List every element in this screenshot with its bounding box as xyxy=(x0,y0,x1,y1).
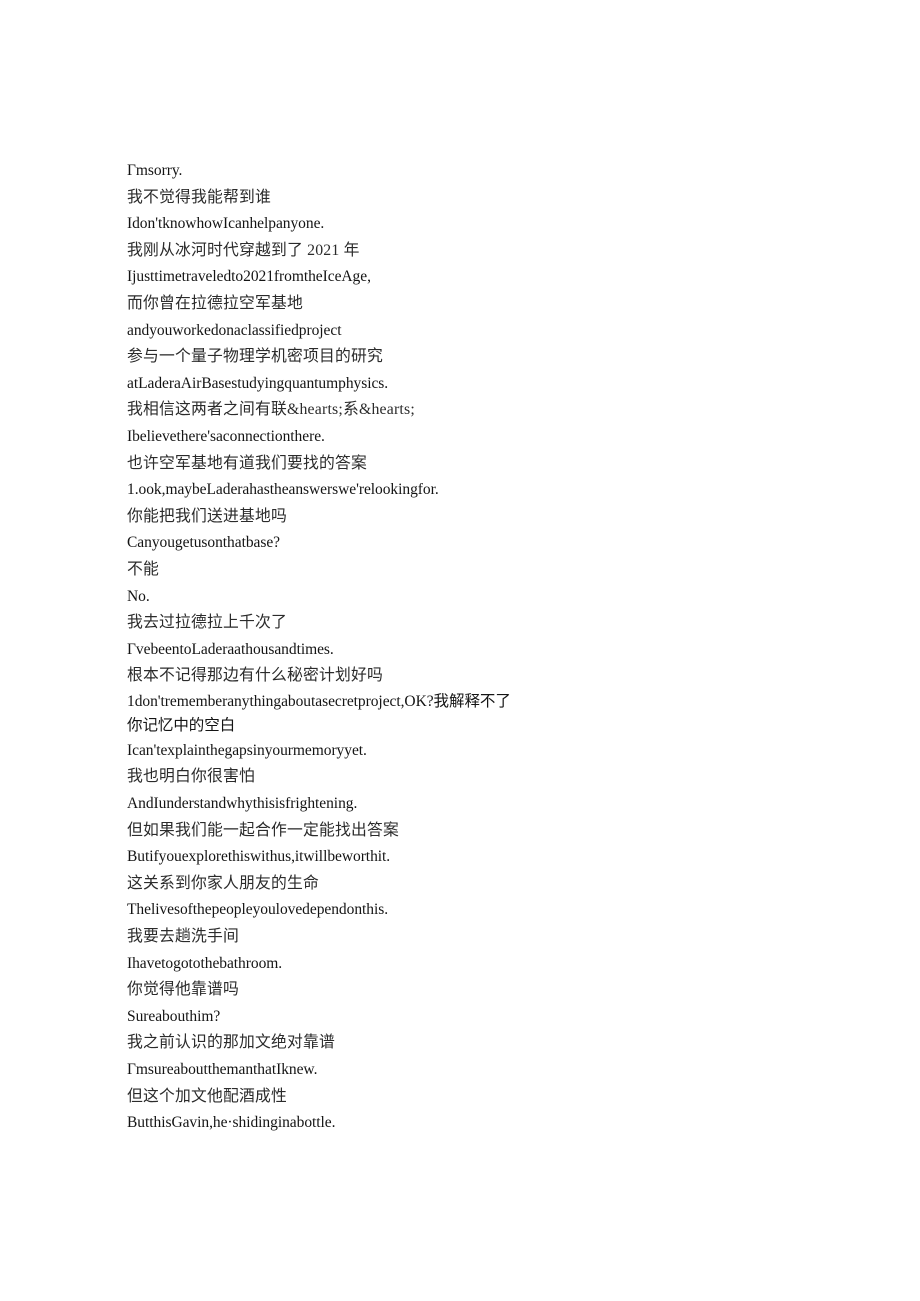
subtitle-line: 但如果我们能一起合作一定能找出答案 xyxy=(127,821,399,839)
subtitle-line-continuation: 你记忆中的空白 xyxy=(127,716,236,734)
subtitle-line: ButthisGavin,he·shidinginabottle. xyxy=(127,1114,336,1132)
subtitle-line: 我也明白你很害怕 xyxy=(127,768,255,786)
subtitle-line: 我要去趟洗手间 xyxy=(127,928,239,946)
subtitle-line: 参与一个量子物理学机密项目的研究 xyxy=(127,348,383,366)
subtitle-line: 你觉得他靠谱吗 xyxy=(127,981,239,999)
subtitle-line: 我相信这两者之间有联&hearts;系&hearts; xyxy=(127,401,415,419)
subtitle-line: Ibelievethere'saconnectionthere. xyxy=(127,427,325,445)
subtitle-line: Ijusttimetraveledto2021fromtheIceAge, xyxy=(127,268,371,286)
subtitle-line: ΓmsureaboutthemanthatIknew. xyxy=(127,1061,318,1078)
subtitle-line: 不能 xyxy=(127,560,159,578)
subtitle-line: 根本不记得那边有什么秘密计划好吗 xyxy=(127,667,383,685)
subtitle-line: Butifyouexplorethiswithus,itwillbeworthi… xyxy=(127,848,391,866)
subtitle-line: atLaderaAirBasestudyingquantumphysics. xyxy=(127,374,389,392)
subtitle-line: 1don'trememberanythingaboutasecretprojec… xyxy=(127,690,547,738)
subtitle-line: andyouworkedonaclassifiedproject xyxy=(127,321,342,339)
subtitle-line: Idon'tknowhowIcanhelpanyone. xyxy=(127,215,325,233)
subtitle-line: AndIunderstandwhythisisfrightening. xyxy=(127,795,358,813)
document-page: Γmsorry. 我不觉得我能帮到谁 Idon'tknowhowIcanhelpan… xyxy=(0,0,920,1301)
subtitle-line: 这关系到你家人朋友的生命 xyxy=(127,874,319,892)
subtitle-line: Canyougetusonthatbase? xyxy=(127,534,280,552)
subtitle-line: 我之前认识的那加文绝对靠谱 xyxy=(127,1034,335,1052)
subtitle-line: 我刚从冰河时代穿越到了 2021 年 xyxy=(127,241,360,259)
subtitle-line: 我去过拉德拉上千次了 xyxy=(127,614,287,632)
subtitle-line: 而你曾在拉德拉空军基地 xyxy=(127,294,303,312)
subtitle-line: Sureabouthim? xyxy=(127,1007,221,1025)
subtitle-line: ΓvebeentoLaderaathousandtimes. xyxy=(127,640,334,658)
subtitle-line: 你能把我们送进基地吗 xyxy=(127,507,287,525)
subtitle-line: Γmsorry. xyxy=(127,162,183,179)
subtitle-line: 1.ook,maybeLaderahastheanswerswe'relooki… xyxy=(127,481,439,499)
subtitle-line: 我不觉得我能帮到谁 xyxy=(127,188,271,206)
subtitle-line: Thelivesofthepeopleyoulovedependonthis. xyxy=(127,901,389,919)
subtitle-line: Ican'texplainthegapsinyourmemoryyet. xyxy=(127,741,367,759)
subtitle-line: 也许空军基地有道我们要找的答案 xyxy=(127,454,367,472)
subtitle-line: Ihavetogotothebathroom. xyxy=(127,954,283,972)
subtitle-line: 但这个加文他配酒成性 xyxy=(127,1087,287,1105)
subtitle-transcript: Γmsorry. 我不觉得我能帮到谁 Idon'tknowhowIcanhelpan… xyxy=(127,158,767,1137)
subtitle-line: No. xyxy=(127,587,150,605)
